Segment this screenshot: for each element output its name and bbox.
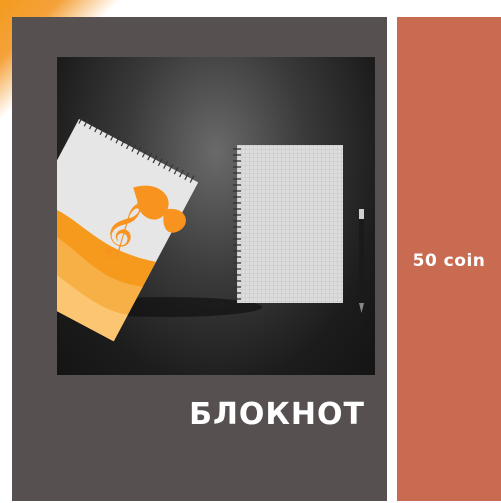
product-title: БЛОКНОТ xyxy=(189,397,365,432)
pen xyxy=(359,209,364,313)
right-notebook xyxy=(233,145,343,303)
product-image[interactable]: 𝄞 xyxy=(57,57,375,375)
price-label: 50 coin xyxy=(412,251,486,271)
notebook-illustration: 𝄞 xyxy=(57,116,364,342)
product-card[interactable]: 𝄞 БЛОКНОТ xyxy=(12,17,387,501)
price-panel[interactable]: 50 coin xyxy=(397,17,501,501)
